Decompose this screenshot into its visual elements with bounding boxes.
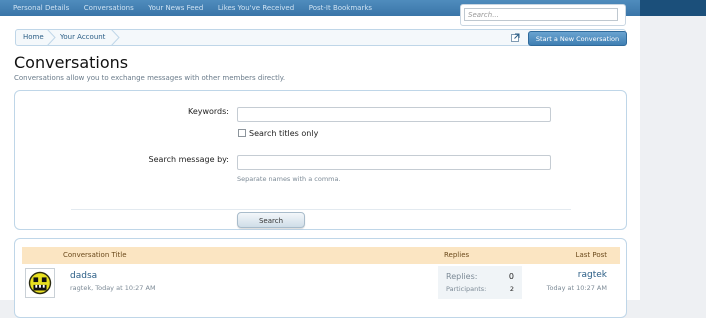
main-content: Home Your Account Start a New Conversati… — [0, 16, 640, 318]
conversation-row[interactable]: dadsa ragtek, Today at 10:27 AM Replies:… — [22, 266, 620, 306]
breadcrumb-separator-icon — [110, 29, 120, 46]
column-conversation-title[interactable]: Conversation Title — [63, 251, 127, 259]
replies-count: 0 — [508, 272, 514, 281]
conversation-title-link[interactable]: dadsa — [70, 271, 97, 281]
breadcrumb-separator-icon — [46, 29, 56, 46]
participants-label: Participants: — [446, 285, 487, 293]
conversation-author-link[interactable]: ragtek — [70, 284, 91, 292]
start-conversation-button[interactable]: Start a New Conversation — [528, 31, 627, 46]
search-titles-only-checkbox[interactable] — [238, 129, 246, 137]
message-by-label: Search message by: — [148, 155, 229, 164]
breadcrumb-home[interactable]: Home — [23, 33, 44, 41]
message-by-input[interactable] — [237, 155, 551, 170]
tab-news-feed[interactable]: Your News Feed — [148, 4, 203, 12]
last-post-user-link[interactable]: ragtek — [578, 270, 607, 280]
tab-personal-details[interactable]: Personal Details — [13, 4, 69, 12]
conversation-start-time: Today at 10:27 AM — [95, 284, 156, 292]
search-box — [460, 4, 626, 26]
form-divider — [71, 209, 571, 210]
right-margin-bar — [640, 0, 706, 16]
avatar[interactable] — [25, 268, 55, 298]
conversation-stats: Replies: 0 Participants: 2 — [438, 266, 522, 299]
column-last-post[interactable]: Last Post — [576, 251, 607, 259]
search-input[interactable] — [464, 8, 618, 21]
column-replies[interactable]: Replies — [444, 251, 469, 259]
tab-conversations[interactable]: Conversations — [84, 4, 134, 12]
tab-likes-received[interactable]: Likes You've Received — [218, 4, 294, 12]
tab-post-it-bookmarks[interactable]: Post-It Bookmarks — [309, 4, 372, 12]
page-title: Conversations — [14, 53, 129, 72]
message-by-hint: Separate names with a comma. — [237, 175, 341, 183]
conversation-list: Conversation Title Replies Last Post dad… — [14, 238, 627, 318]
participants-count: 2 — [509, 285, 514, 293]
search-button[interactable]: Search — [237, 212, 305, 228]
account-tabs: Personal Details Conversations Your News… — [13, 3, 384, 12]
last-post-time: Today at 10:27 AM — [546, 284, 607, 292]
conversation-search-form: Keywords: Search titles only Search mess… — [14, 90, 627, 230]
right-margin — [640, 0, 706, 300]
jump-menu-icon[interactable] — [511, 33, 520, 42]
keywords-label: Keywords: — [187, 107, 229, 116]
breadcrumb-your-account[interactable]: Your Account — [60, 33, 105, 41]
page-description: Conversations allow you to exchange mess… — [14, 74, 286, 82]
search-titles-only-label: Search titles only — [249, 129, 319, 138]
list-header: Conversation Title Replies Last Post — [22, 247, 620, 264]
replies-label: Replies: — [446, 272, 478, 281]
conversation-meta: ragtek, Today at 10:27 AM — [70, 284, 156, 292]
keywords-input[interactable] — [237, 107, 551, 122]
